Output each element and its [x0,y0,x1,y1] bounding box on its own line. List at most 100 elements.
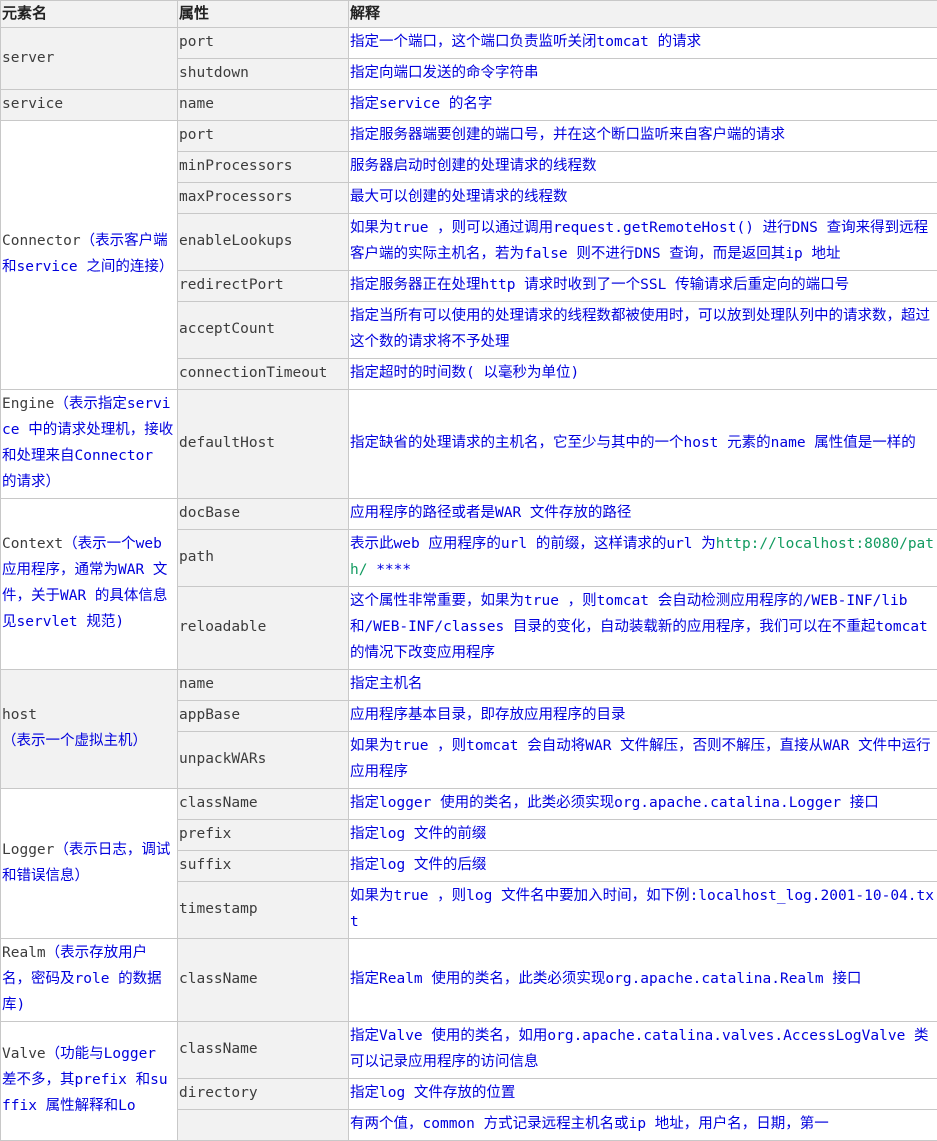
attribute-cell: redirectPort [178,271,349,302]
element-cell: server [1,28,178,90]
description-text: 指定logger 使用的类名，此类必须实现org.apache.catalina… [350,795,879,811]
attribute-cell: path [178,530,349,587]
description-text: 如果为true ，则可以通过调用request.getRemoteHost() … [350,220,928,262]
element-note: （表示一个虚拟主机） [2,733,147,749]
description-cell: 指定主机名 [349,670,937,701]
table-row: Valve（功能与Logger 差不多，其prefix 和suffix 属性解释… [1,1022,937,1079]
element-name: Connector [2,233,81,249]
element-cell: Context（表示一个web 应用程序，通常为WAR 文件，关于WAR 的具体… [1,499,178,670]
description-text: 指定服务器端要创建的端口号，并在这个断口监听来自客户端的请求 [350,127,785,143]
header-row: 元素名 属性 解释 [1,1,937,28]
description-cell: 这个属性非常重要，如果为true ，则tomcat 会自动检测应用程序的/WEB… [349,587,937,670]
description-text: 指定缺省的处理请求的主机名，它至少与其中的一个host 元素的name 属性值是… [350,435,916,451]
attribute-cell: acceptCount [178,302,349,359]
element-cell: Valve（功能与Logger 差不多，其prefix 和suffix 属性解释… [1,1022,178,1141]
attribute-cell: className [178,1022,349,1079]
attribute-cell: port [178,121,349,152]
element-cell: Realm（表示存放用户名，密码及role 的数据库) [1,939,178,1022]
description-cell: 指定缺省的处理请求的主机名，它至少与其中的一个host 元素的name 属性值是… [349,390,937,499]
description-cell: 指定logger 使用的类名，此类必须实现org.apache.catalina… [349,789,937,820]
description-cell: 指定服务器正在处理http 请求时收到了一个SSL 传输请求后重定向的端口号 [349,271,937,302]
element-name: Engine [2,396,54,412]
description-cell: 指定超时的时间数( 以毫秒为单位) [349,359,937,390]
table-body: serverport指定一个端口，这个端口负责监听关闭tomcat 的请求shu… [1,28,937,1141]
description-cell: 指定service 的名字 [349,90,937,121]
attribute-cell: suffix [178,851,349,882]
element-name: service [2,96,63,112]
description-text: 有两个值，common 方式记录远程主机名或ip 地址，用户名，日期，第一 [350,1116,829,1132]
attribute-cell: className [178,939,349,1022]
description-cell: 指定log 文件的后缀 [349,851,937,882]
description-text: 指定Valve 使用的类名，如用org.apache.catalina.valv… [350,1028,929,1070]
attribute-cell: connectionTimeout [178,359,349,390]
table-row: service name指定service 的名字 [1,90,937,121]
tomcat-config-table: 元素名 属性 解释 serverport指定一个端口，这个端口负责监听关闭tom… [0,0,937,1141]
element-cell: host （表示一个虚拟主机） [1,670,178,789]
element-name: Logger [2,842,54,858]
description-text: 指定log 文件存放的位置 [350,1085,515,1101]
description-text: 指定服务器正在处理http 请求时收到了一个SSL 传输请求后重定向的端口号 [350,277,849,293]
description-cell: 指定服务器端要创建的端口号，并在这个断口监听来自客户端的请求 [349,121,937,152]
table-row: Engine（表示指定service 中的请求处理机，接收和处理来自Connec… [1,390,937,499]
description-text: 指定超时的时间数( 以毫秒为单位) [350,365,579,381]
attribute-cell: defaultHost [178,390,349,499]
description-cell: 如果为true ，则tomcat 会自动将WAR 文件解压，否则不解压，直接从W… [349,732,937,789]
description-cell: 指定一个端口，这个端口负责监听关闭tomcat 的请求 [349,28,937,59]
description-text: 如果为true ，则log 文件名中要加入时间，如下例:localhost_lo… [350,888,934,930]
description-text: 指定当所有可以使用的处理请求的线程数都被使用时，可以放到处理队列中的请求数，超过… [350,308,930,350]
element-name: Realm [2,945,46,961]
description-text: 应用程序基本目录，即存放应用程序的目录 [350,707,626,723]
table-row: serverport指定一个端口，这个端口负责监听关闭tomcat 的请求 [1,28,937,59]
attribute-cell [178,1110,349,1141]
description-cell: 指定向端口发送的命令字符串 [349,59,937,90]
header-attribute: 属性 [178,1,349,28]
attribute-cell: prefix [178,820,349,851]
attribute-cell: className [178,789,349,820]
attribute-cell: unpackWARs [178,732,349,789]
attribute-cell: appBase [178,701,349,732]
description-cell: 指定log 文件的前缀 [349,820,937,851]
attribute-cell: reloadable [178,587,349,670]
attribute-cell: enableLookups [178,214,349,271]
description-text: 最大可以创建的处理请求的线程数 [350,189,568,205]
description-text: 表示此web 应用程序的url 的前缀，这样请求的url 为 [350,536,716,552]
element-name: host [2,707,37,723]
attribute-cell: maxProcessors [178,183,349,214]
attribute-cell: name [178,90,349,121]
description-cell: 指定Realm 使用的类名，此类必须实现org.apache.catalina.… [349,939,937,1022]
description-cell: 应用程序基本目录，即存放应用程序的目录 [349,701,937,732]
table-row: Logger（表示日志，调试和错误信息）className指定logger 使用… [1,789,937,820]
attribute-cell: directory [178,1079,349,1110]
table-row: Context（表示一个web 应用程序，通常为WAR 文件，关于WAR 的具体… [1,499,937,530]
description-text: 指定Realm 使用的类名，此类必须实现org.apache.catalina.… [350,971,861,987]
description-cell: 指定当所有可以使用的处理请求的线程数都被使用时，可以放到处理队列中的请求数，超过… [349,302,937,359]
element-cell: Logger（表示日志，调试和错误信息） [1,789,178,939]
description-text: 应用程序的路径或者是WAR 文件存放的路径 [350,505,631,521]
description-cell: 应用程序的路径或者是WAR 文件存放的路径 [349,499,937,530]
description-cell: 有两个值，common 方式记录远程主机名或ip 地址，用户名，日期，第一 [349,1110,937,1141]
table-row: Connector（表示客户端和service 之间的连接）port指定服务器端… [1,121,937,152]
attribute-cell: timestamp [178,882,349,939]
attribute-cell: port [178,28,349,59]
description-text: 指定log 文件的后缀 [350,857,486,873]
element-cell: Engine（表示指定service 中的请求处理机，接收和处理来自Connec… [1,390,178,499]
description-text: 指定主机名 [350,676,423,692]
attribute-cell: minProcessors [178,152,349,183]
description-cell: 指定Valve 使用的类名，如用org.apache.catalina.valv… [349,1022,937,1079]
description-text: 如果为true ，则tomcat 会自动将WAR 文件解压，否则不解压，直接从W… [350,738,931,780]
element-cell: service [1,90,178,121]
description-text: 指定service 的名字 [350,96,492,112]
description-text: 指定一个端口，这个端口负责监听关闭tomcat 的请求 [350,34,701,50]
element-name: Valve [2,1046,46,1062]
element-name: server [2,50,54,66]
attribute-cell: docBase [178,499,349,530]
description-cell: 服务器启动时创建的处理请求的线程数 [349,152,937,183]
description-cell: 如果为true ，则log 文件名中要加入时间，如下例:localhost_lo… [349,882,937,939]
table-row: Realm（表示存放用户名，密码及role 的数据库)className指定Re… [1,939,937,1022]
attribute-cell: shutdown [178,59,349,90]
description-cell: 如果为true ，则可以通过调用request.getRemoteHost() … [349,214,937,271]
element-cell: Connector（表示客户端和service 之间的连接） [1,121,178,390]
description-text: **** [367,562,411,578]
table-row: host（表示一个虚拟主机）name指定主机名 [1,670,937,701]
header-element-name: 元素名 [1,1,178,28]
